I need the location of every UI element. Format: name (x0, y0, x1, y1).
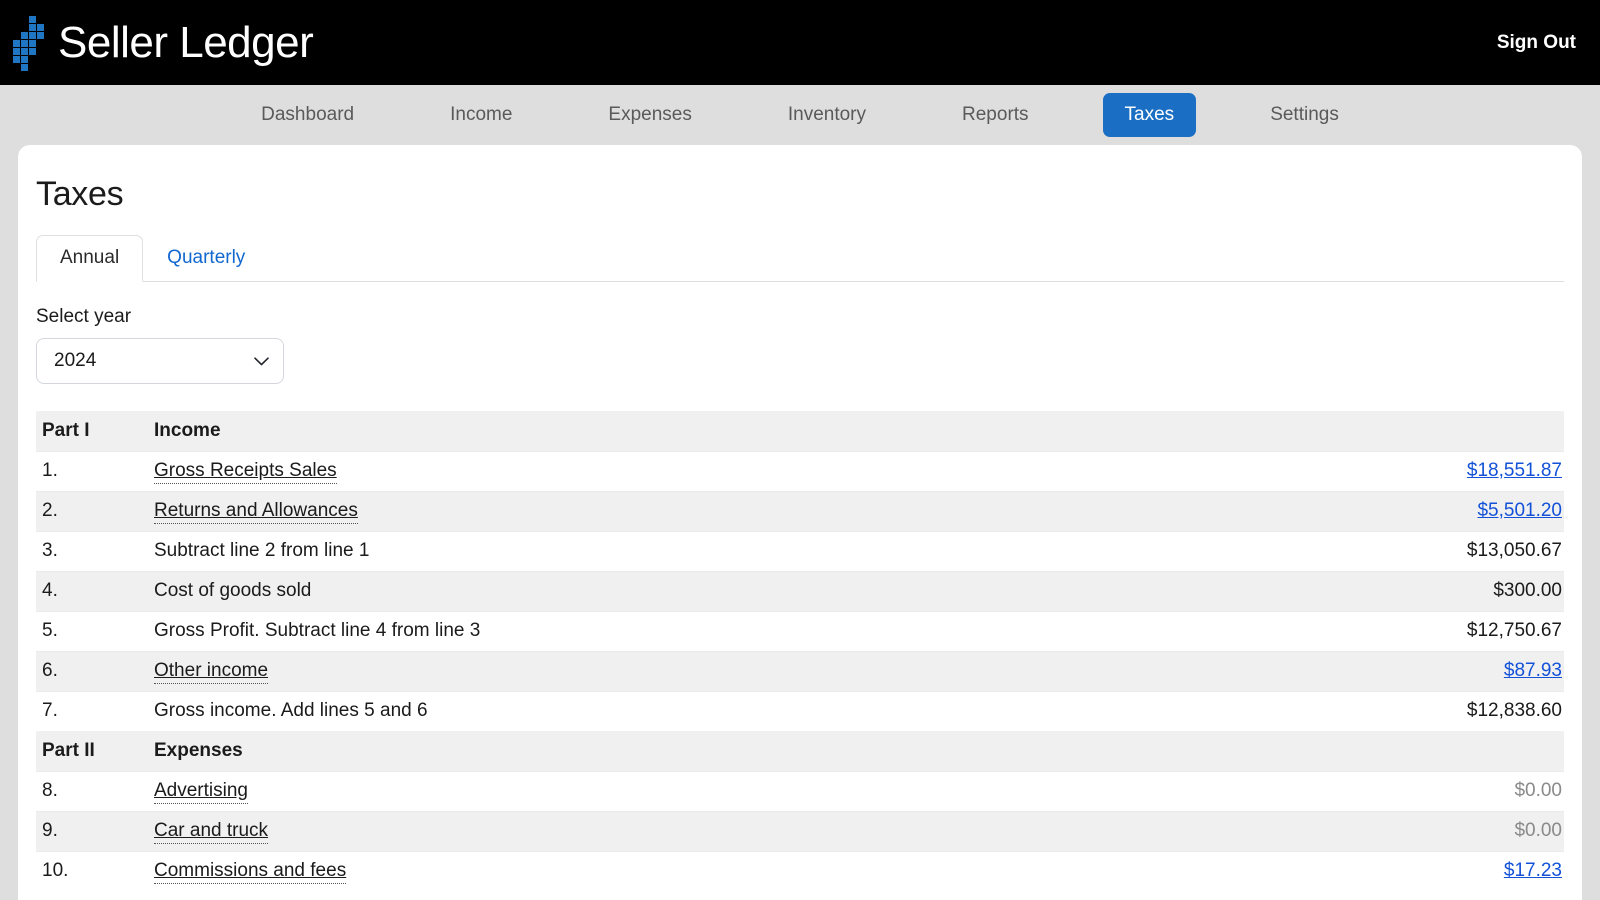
nav-item-reports[interactable]: Reports (940, 93, 1051, 137)
row-description-text: Gross income. Add lines 5 and 6 (154, 700, 428, 722)
section-heading-label: Expenses (154, 739, 243, 761)
year-select[interactable]: 2024 (36, 338, 284, 384)
sign-out-button[interactable]: Sign Out (1497, 32, 1576, 54)
nav-item-income[interactable]: Income (428, 93, 534, 137)
brand-name: Seller Ledger (58, 17, 314, 67)
pixel-arrow-logo-icon (10, 14, 44, 72)
table-row[interactable]: 9. Car and truck $0.00 (36, 811, 1564, 851)
chevron-down-icon (254, 356, 269, 366)
row-description-text: Gross Profit. Subtract line 4 from line … (154, 620, 481, 641)
row-description-link[interactable]: Other income (154, 660, 269, 684)
row-amount: $17.23 (1264, 851, 1564, 891)
section-amount-spacer (1264, 731, 1564, 771)
row-amount: $18,551.87 (1264, 451, 1564, 491)
nav-item-settings[interactable]: Settings (1248, 93, 1361, 137)
row-amount-link[interactable]: $5,501.20 (1477, 500, 1562, 521)
section-part-label: Part I (42, 419, 90, 441)
table-row[interactable]: 10. Commissions and fees $17.23 (36, 851, 1564, 891)
table-row[interactable]: 2. Returns and Allowances $5,501.20 (36, 491, 1564, 531)
row-description: Gross Receipts Sales (154, 451, 1264, 491)
page-title: Taxes (36, 175, 124, 213)
row-amount: $300.00 (1264, 571, 1564, 611)
row-number: 3. (42, 540, 58, 561)
row-description-text: Cost of goods sold (154, 580, 312, 601)
main-navigation: Dashboard Income Expenses Inventory Repo… (0, 85, 1600, 145)
row-amount-text: $0.00 (1514, 780, 1562, 801)
row-description-link[interactable]: Gross Receipts Sales (154, 460, 337, 484)
tab-annual[interactable]: Annual (36, 235, 144, 282)
nav-item-expenses[interactable]: Expenses (586, 93, 713, 137)
row-number: 4. (42, 580, 58, 601)
row-amount-text: $12,838.60 (1466, 700, 1562, 722)
row-description: Car and truck (154, 811, 1264, 851)
row-amount: $87.93 (1264, 651, 1564, 691)
row-amount-link[interactable]: $18,551.87 (1467, 460, 1562, 481)
section-part-label: Part II (42, 739, 95, 761)
row-description-link[interactable]: Commissions and fees (154, 860, 347, 885)
row-description-link[interactable]: Advertising (154, 780, 248, 804)
row-description-link[interactable]: Car and truck (154, 820, 269, 844)
row-description-text: Subtract line 2 from line 1 (154, 540, 370, 561)
taxes-content-card: Taxes Annual Quarterly Select year 2024 … (18, 145, 1582, 900)
row-amount: $12,838.60 (1264, 691, 1564, 731)
row-number: 10. (42, 860, 69, 882)
table-row: 7. Gross income. Add lines 5 and 6 $12,8… (36, 691, 1564, 731)
select-year-label: Select year (36, 306, 132, 327)
row-number: 2. (42, 500, 58, 521)
schedule-c-table: Part I Income 1. Gross Receipts Sales $1… (36, 411, 1564, 891)
row-amount-text: $13,050.67 (1466, 540, 1562, 561)
row-description: Gross income. Add lines 5 and 6 (154, 691, 1264, 731)
table-row: 4. Cost of goods sold $300.00 (36, 571, 1564, 611)
row-amount: $0.00 (1264, 771, 1564, 811)
table-row: 5. Gross Profit. Subtract line 4 from li… (36, 611, 1564, 651)
row-number: 1. (42, 460, 58, 481)
row-amount-link[interactable]: $87.93 (1504, 660, 1562, 681)
section-header-row: Part I Income (36, 411, 1564, 451)
row-description: Advertising (154, 771, 1264, 811)
table-body: Part I Income 1. Gross Receipts Sales $1… (36, 411, 1564, 891)
nav-item-dashboard[interactable]: Dashboard (239, 93, 376, 137)
row-description: Commissions and fees (154, 851, 1264, 891)
row-amount-text: $0.00 (1514, 820, 1562, 841)
row-number: 8. (42, 780, 58, 801)
row-number: 7. (42, 700, 58, 722)
row-amount: $13,050.67 (1264, 531, 1564, 571)
row-description-link[interactable]: Returns and Allowances (154, 500, 358, 524)
section-amount-spacer (1264, 411, 1564, 451)
row-number: 9. (42, 820, 58, 841)
row-amount: $0.00 (1264, 811, 1564, 851)
table-row[interactable]: 8. Advertising $0.00 (36, 771, 1564, 811)
year-select-value: 2024 (54, 350, 97, 371)
row-description: Cost of goods sold (154, 571, 1264, 611)
row-description: Gross Profit. Subtract line 4 from line … (154, 611, 1264, 651)
tab-quarterly[interactable]: Quarterly (143, 235, 269, 282)
row-description: Returns and Allowances (154, 491, 1264, 531)
table-row[interactable]: 1. Gross Receipts Sales $18,551.87 (36, 451, 1564, 491)
row-amount: $5,501.20 (1264, 491, 1564, 531)
nav-item-inventory[interactable]: Inventory (766, 93, 888, 137)
brand-logo-group[interactable]: Seller Ledger (10, 14, 314, 72)
row-amount-link[interactable]: $17.23 (1504, 860, 1562, 881)
row-description: Subtract line 2 from line 1 (154, 531, 1264, 571)
row-number: 5. (42, 620, 58, 641)
section-heading-label: Income (154, 419, 221, 441)
row-amount-text: $12,750.67 (1466, 620, 1562, 641)
nav-item-taxes[interactable]: Taxes (1102, 93, 1197, 137)
top-header-bar: Seller Ledger Sign Out (0, 0, 1600, 85)
section-header-row: Part II Expenses (36, 731, 1564, 771)
table-row: 3. Subtract line 2 from line 1 $13,050.6… (36, 531, 1564, 571)
row-amount: $12,750.67 (1264, 611, 1564, 651)
row-number: 6. (42, 660, 58, 681)
table-row[interactable]: 6. Other income $87.93 (36, 651, 1564, 691)
row-description: Other income (154, 651, 1264, 691)
period-tab-bar: Annual Quarterly (36, 235, 1564, 282)
row-amount-text: $300.00 (1493, 580, 1562, 601)
